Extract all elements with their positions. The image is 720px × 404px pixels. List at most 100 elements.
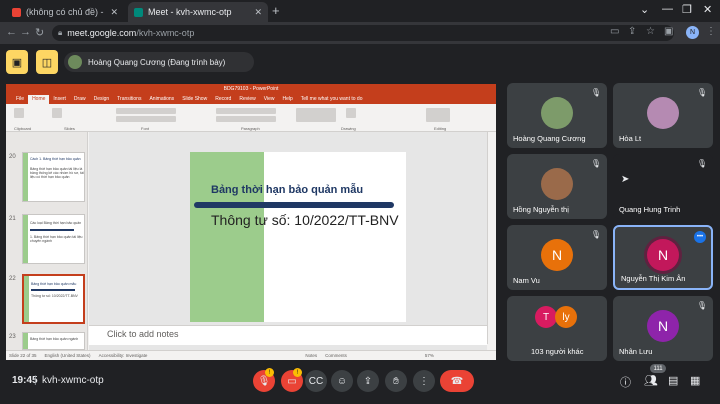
participant-name: Hòa Lt	[619, 134, 642, 143]
ribbon-tab: View	[263, 96, 275, 102]
back-icon[interactable]: ←	[6, 26, 17, 38]
thumb-body: 1. Bảng thời hạn bảo quản tài liệu chuyê…	[30, 235, 83, 243]
ppt-status-bar: Slide 22 of 35 English (United States) A…	[6, 350, 496, 360]
mic-off-icon: 🎙︎	[590, 88, 601, 97]
tab-title: Meet - kvh-xwmc-otp	[148, 7, 232, 17]
camera-off-icon: ▭	[287, 375, 297, 387]
mic-off-icon: 🎙︎	[590, 159, 601, 168]
hand-icon: ✋︎	[393, 375, 399, 387]
notes-placeholder: Click to add notes	[107, 329, 179, 339]
slide-heading: Bảng thời hạn bảo quản mẫu	[211, 184, 364, 196]
participant-tile-active[interactable]: N ••• Nguyễn Thị Kim Ân	[613, 225, 713, 290]
slide-divider	[194, 202, 394, 208]
presentation-icon: ▣	[11, 56, 23, 69]
ppt-title: BDG79103 - PowerPoint	[223, 86, 279, 92]
close-window-icon[interactable]: ✕	[703, 3, 712, 16]
layout-button[interactable]: ◫	[36, 50, 58, 74]
meet-icon	[134, 7, 143, 17]
slide-accent	[190, 152, 264, 322]
people-icon[interactable]: 👥︎	[644, 374, 658, 387]
avatar: N	[647, 310, 679, 342]
close-tab-icon[interactable]: ✕	[110, 7, 118, 18]
participant-tile[interactable]: 🎙︎ Hòa Lt	[613, 83, 713, 148]
chat-icon[interactable]: ▤	[668, 374, 678, 387]
participant-name: Nhân Lưu	[619, 347, 653, 356]
mic-off-icon: 🎙︎	[590, 230, 601, 239]
avatar: N	[647, 239, 679, 271]
paragraph-row	[216, 108, 276, 114]
cursor-icon: ➤	[621, 174, 630, 185]
layout-icon: ◫	[41, 56, 53, 69]
mic-off-icon: 🎙︎	[696, 301, 707, 310]
separator: |	[34, 375, 37, 386]
pin-presentation-button[interactable]: ▣	[6, 50, 28, 74]
avatar: ly	[555, 306, 577, 328]
participant-tile[interactable]: 🎙︎ Hoàng Quang Cương	[507, 83, 607, 148]
participant-name: Quang Hung Trinh	[619, 205, 681, 214]
leave-call-button[interactable]: ☎︎	[440, 370, 474, 392]
thumb-body: Thông tư số: 10/2022/TT-BNV	[31, 294, 78, 298]
font-box	[116, 108, 176, 114]
mic-off-icon: 🎙︎	[696, 88, 707, 97]
profile-avatar[interactable]: N	[686, 26, 699, 39]
url-field[interactable]: 🔒︎ meet.google.com /kvh-xwmc-otp	[52, 25, 674, 41]
avatar: N	[541, 239, 573, 271]
emoji-button[interactable]: ☺	[331, 370, 353, 392]
avatar	[541, 168, 573, 200]
thumb-body: Bảng thời hạn bảo quản tài liệu là bảng …	[30, 167, 84, 179]
thumb-title: Cách 1. Bảng thời hạn bảo quản	[30, 157, 81, 161]
maximize-icon[interactable]: ❐	[682, 3, 692, 16]
browser-tab-gmail[interactable]: (không có chủ đề) - luunhan250... ✕	[6, 2, 124, 22]
new-slide-icon	[52, 108, 62, 118]
phone-hangup-icon: ☎︎	[450, 375, 464, 387]
meeting-code: kvh-xwmc-otp	[42, 375, 104, 386]
status-notes: Notes	[305, 353, 318, 358]
participant-tile[interactable]: N 🎙︎ Nam Vu	[507, 225, 607, 290]
ribbon-tab: Tell me what you want to do	[300, 96, 363, 102]
slide-thumbnail: Bảng thời hạn bảo quản ngành	[22, 332, 85, 350]
ribbon-tab: Record	[215, 96, 232, 102]
raise-hand-button[interactable]: ✋︎	[385, 370, 407, 392]
info-icon[interactable]: ⓘ	[620, 374, 631, 390]
camera-warning-badge: !	[293, 368, 302, 377]
forward-icon[interactable]: →	[20, 26, 31, 38]
mic-warning-badge: !	[265, 368, 274, 377]
url-host: meet.google.com	[67, 28, 137, 38]
extension-icon[interactable]: ▣	[664, 26, 673, 37]
star-icon[interactable]: ☆	[646, 26, 655, 37]
activities-icon[interactable]: ▦	[690, 374, 700, 387]
reload-icon[interactable]: ↻	[35, 26, 44, 39]
more-options-button[interactable]: ⋮	[413, 370, 435, 392]
gmail-icon	[12, 7, 21, 17]
participant-tile[interactable]: 🎙︎ Hồng Nguyễn thị	[507, 154, 607, 219]
present-button[interactable]: ⇪	[357, 370, 379, 392]
ribbon-group-label: Drawing	[341, 126, 356, 131]
ribbon-tab: Slide Show	[182, 96, 208, 102]
ppt-title-bar: BDG79103 - PowerPoint	[6, 84, 496, 94]
camera-icon[interactable]: ▭	[610, 26, 619, 37]
ppt-ribbon-tabs: File Home Insert Draw Design Transitions…	[6, 94, 496, 104]
url-path: /kvh-xwmc-otp	[136, 28, 195, 38]
ribbon-group-label: Slides	[64, 126, 75, 131]
participant-tile[interactable]: N 🎙︎ Nhân Lưu	[613, 296, 713, 361]
ribbon-group-label: Editing	[434, 126, 447, 131]
menu-icon[interactable]: ⋮	[706, 26, 716, 37]
new-tab-button[interactable]: +	[272, 3, 280, 18]
browser-tab-meet[interactable]: Meet - kvh-xwmc-otp ✕	[128, 2, 268, 22]
captions-button[interactable]: CC	[305, 370, 327, 392]
status-accessibility: Accessibility: Investigate	[98, 353, 148, 358]
others-tile[interactable]: T ly 103 người khác	[507, 296, 607, 361]
close-tab-icon[interactable]: ✕	[254, 7, 262, 18]
paste-icon	[14, 108, 24, 118]
present-icon: ⇪	[363, 375, 373, 387]
share-icon[interactable]: ⇪	[628, 26, 636, 37]
ribbon-tab: Draw	[73, 96, 86, 102]
slide-thumbnail-selected: Bảng thời hạn bảo quản mẫu Thông tư số: …	[22, 274, 85, 324]
status-slide: Slide 22 of 35	[9, 353, 37, 358]
emoji-icon: ☺	[336, 375, 348, 387]
participant-name: Hoàng Quang Cương	[513, 134, 586, 143]
chevron-down-icon[interactable]: ⌄	[640, 3, 649, 16]
participant-tile[interactable]: 🎙︎ ➤ Quang Hung Trinh	[613, 154, 713, 219]
ribbon-tab: Review	[239, 96, 256, 102]
minimize-icon[interactable]: —	[662, 3, 673, 15]
